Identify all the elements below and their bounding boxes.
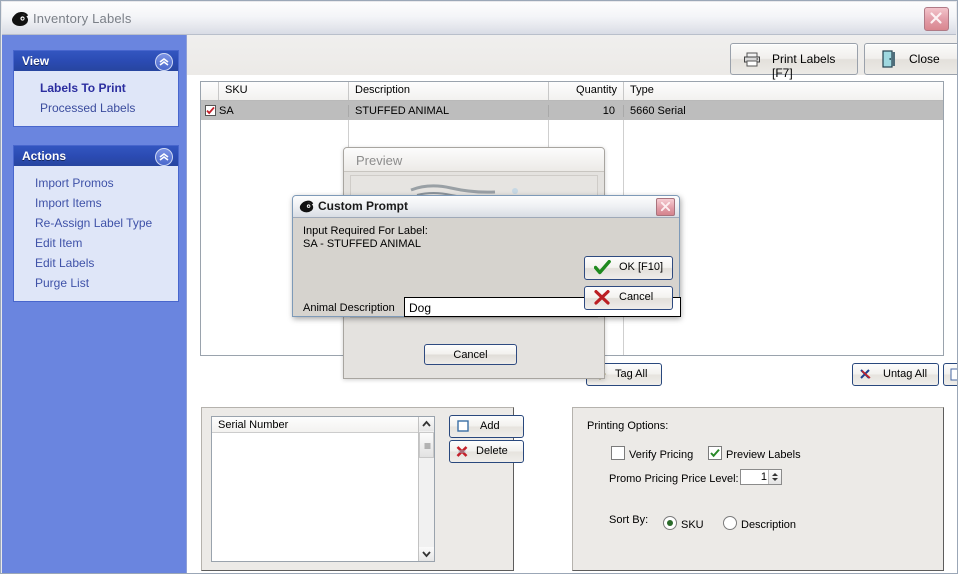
window-title: Inventory Labels (33, 11, 132, 26)
serial-number-list[interactable]: Serial Number (211, 416, 435, 562)
sidebar-item-edit-labels[interactable]: Edit Labels (14, 253, 178, 273)
red-x-icon (594, 290, 610, 305)
dialog-ok-label: OK [F10] (619, 261, 664, 273)
actions-panel-body: Import Promos Import Items Re-Assign Lab… (14, 166, 178, 301)
sort-by-description-label: Description (741, 519, 797, 531)
sort-by-description-radio[interactable]: Description (723, 514, 796, 531)
inventory-labels-window: Inventory Labels View Labels To Print Pr (0, 0, 958, 574)
print-labels-label: Print Labels [F7] (772, 52, 836, 80)
radio-unselected-icon[interactable] (723, 516, 737, 530)
view-panel-title: View (22, 54, 50, 68)
sidebar-actions-panel: Actions Import Promos Import Items Re-As… (13, 145, 179, 302)
serial-number-panel: Serial Number Add Delete (201, 407, 524, 571)
add-button[interactable]: Add (943, 363, 957, 386)
serial-add-label: Add (480, 420, 500, 432)
blue-square-icon (457, 420, 469, 435)
sidebar: View Labels To Print Processed Labels Ac… (2, 35, 187, 573)
cell-sku: SA (219, 104, 349, 117)
close-button[interactable]: Close (864, 43, 957, 75)
page-add-icon (950, 368, 957, 384)
printing-options-panel: Printing Options: Verify Pricing Preview… (572, 407, 944, 571)
promo-price-level-value: 1 (760, 471, 767, 483)
checkbox-unchecked-icon[interactable] (611, 446, 625, 460)
printer-icon (743, 51, 761, 70)
grid-header-sku[interactable]: SKU (219, 82, 349, 100)
stepper-arrows-icon[interactable] (768, 470, 781, 484)
sort-by-sku-label: SKU (681, 519, 704, 531)
green-check-icon (594, 260, 611, 275)
dialog-cancel-button[interactable]: Cancel (584, 286, 673, 310)
promo-price-level-stepper[interactable]: 1 (740, 469, 782, 485)
sidebar-item-processed-labels[interactable]: Processed Labels (14, 98, 178, 118)
window-titlebar: Inventory Labels (2, 2, 956, 35)
close-label: Close (909, 52, 940, 66)
scroll-up-icon[interactable] (419, 417, 434, 431)
verify-pricing-label: Verify Pricing (629, 449, 694, 461)
sidebar-item-labels-to-print[interactable]: Labels To Print (14, 78, 178, 98)
preview-labels-label: Preview Labels (726, 449, 801, 461)
grid-header-type[interactable]: Type (624, 82, 943, 100)
serial-number-column-header[interactable]: Serial Number (212, 417, 434, 433)
chevron-up-icon[interactable] (155, 148, 173, 166)
sidebar-item-reassign-label-type[interactable]: Re-Assign Label Type (14, 213, 178, 233)
sidebar-item-edit-item[interactable]: Edit Item (14, 233, 178, 253)
cell-type: 5660 Serial (630, 104, 686, 117)
door-exit-icon (881, 50, 897, 71)
window-close-button[interactable] (924, 7, 949, 31)
table-row[interactable]: SA STUFFED ANIMAL 10 5660 Serial (201, 101, 943, 120)
grid-header-check (201, 82, 219, 100)
top-toolbar: Print Labels [F7] Close (187, 35, 957, 80)
preview-labels-checkbox[interactable]: Preview Labels (708, 444, 801, 461)
untag-all-label: Untag All (883, 368, 928, 380)
scroll-down-icon[interactable] (419, 547, 434, 561)
chevron-up-icon[interactable] (155, 53, 173, 71)
radio-selected-icon[interactable] (663, 516, 677, 530)
row-checkbox[interactable] (205, 104, 216, 116)
animal-description-label: Animal Description (303, 302, 395, 314)
untag-icon (859, 368, 872, 384)
actions-panel-header: Actions (14, 146, 178, 166)
verify-pricing-checkbox[interactable]: Verify Pricing (611, 444, 693, 461)
custom-prompt-dialog: Custom Prompt Input Required For Label: … (292, 195, 681, 317)
sidebar-item-import-promos[interactable]: Import Promos (14, 173, 178, 193)
print-labels-button[interactable]: Print Labels [F7] (730, 43, 858, 80)
red-x-icon (456, 445, 468, 461)
sidebar-item-purge-list[interactable]: Purge List (14, 273, 178, 293)
preview-window-title: Preview (344, 148, 604, 172)
view-panel-header: View (14, 51, 178, 71)
dialog-title: Custom Prompt (318, 199, 408, 213)
grid-header-quantity[interactable]: Quantity (549, 82, 624, 100)
untag-all-button[interactable]: Untag All (852, 363, 939, 386)
serial-add-button[interactable]: Add (449, 415, 524, 438)
dialog-cancel-label: Cancel (619, 291, 654, 303)
grid-header-row: SKU Description Quantity Type (201, 82, 943, 101)
dialog-ok-button[interactable]: OK [F10] (584, 256, 673, 280)
promo-price-level-label: Promo Pricing Price Level: (609, 473, 739, 485)
preview-cancel-button[interactable]: Cancel (424, 344, 517, 365)
grid-header-description[interactable]: Description (349, 82, 549, 100)
dialog-message: Input Required For Label: SA - STUFFED A… (303, 225, 428, 250)
cell-quantity: 10 (549, 104, 624, 117)
dialog-titlebar: Custom Prompt (293, 196, 679, 218)
scroll-thumb[interactable] (419, 432, 434, 458)
actions-panel-title: Actions (22, 149, 67, 163)
sort-by-sku-radio[interactable]: SKU (663, 514, 704, 531)
checkbox-checked-icon[interactable] (708, 446, 722, 460)
cell-description: STUFFED ANIMAL (349, 104, 549, 117)
sidebar-item-import-items[interactable]: Import Items (14, 193, 178, 213)
row-checkbox-cell[interactable] (201, 104, 219, 118)
serial-delete-button[interactable]: Delete (449, 440, 524, 463)
tag-all-label: Tag All (615, 368, 648, 380)
printing-options-title: Printing Options: (587, 420, 669, 432)
sidebar-view-panel: View Labels To Print Processed Labels (13, 50, 179, 127)
dialog-close-button[interactable] (656, 198, 675, 216)
dialog-body: Input Required For Label: SA - STUFFED A… (293, 218, 681, 317)
app-icon (11, 10, 29, 28)
serial-delete-label: Delete (476, 445, 508, 457)
app-icon (299, 199, 314, 213)
view-panel-body: Labels To Print Processed Labels (14, 71, 178, 126)
sort-by-label: Sort By: (609, 514, 649, 526)
serial-list-scrollbar[interactable] (418, 417, 434, 561)
